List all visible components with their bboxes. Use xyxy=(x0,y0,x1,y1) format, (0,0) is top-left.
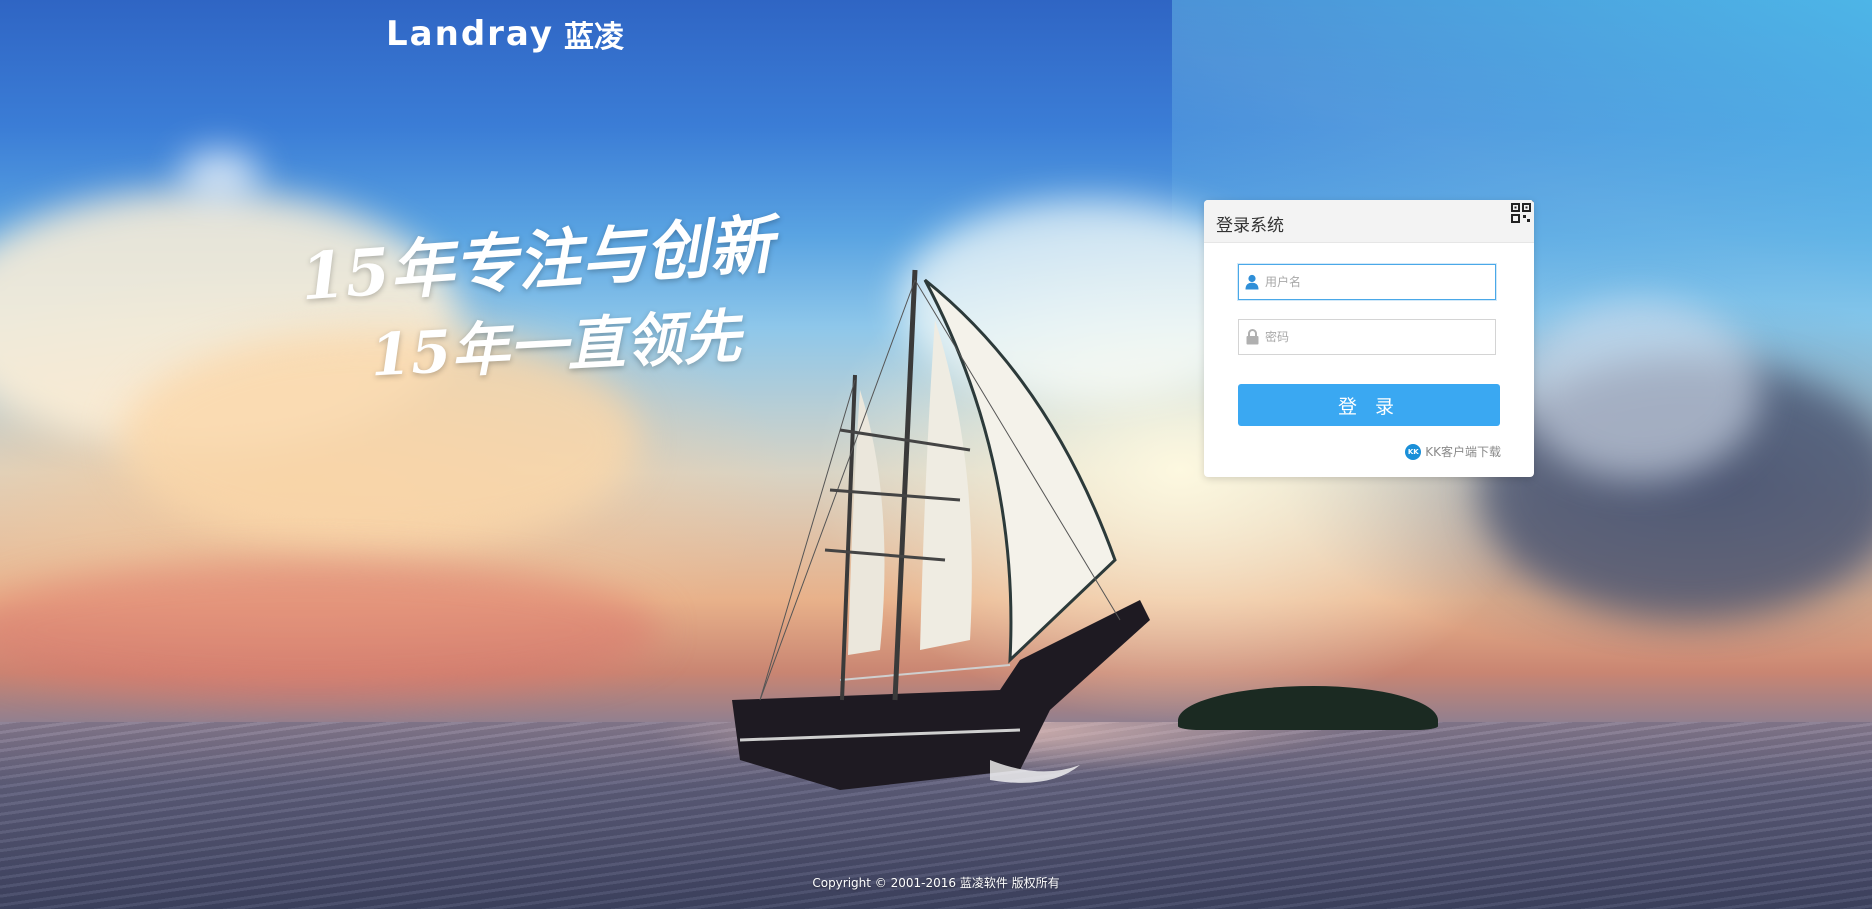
logo-chinese: 蓝凌 xyxy=(563,20,624,55)
password-input[interactable] xyxy=(1265,322,1495,352)
login-panel: 登录系统 用户名 登 录 KK KK客户端下载 xyxy=(1204,200,1534,477)
password-field[interactable] xyxy=(1238,319,1496,355)
kk-download-label: KK客户端下载 xyxy=(1425,445,1501,459)
user-icon xyxy=(1239,265,1265,299)
slogan: 15年专注与创新 15年一直领先 xyxy=(298,208,775,390)
logo-wordmark: Landray xyxy=(386,14,554,54)
copyright-footer: Copyright © 2001-2016 蓝凌软件 版权所有 xyxy=(812,876,1060,890)
lock-icon xyxy=(1239,320,1265,354)
cloud xyxy=(180,150,260,200)
kk-client-icon: KK xyxy=(1405,443,1422,460)
kk-download-link[interactable]: KK KK客户端下载 xyxy=(1405,443,1501,460)
brand-logo: Landray 蓝凌 xyxy=(386,12,624,56)
username-field[interactable] xyxy=(1238,264,1496,300)
login-header: 登录系统 xyxy=(1204,200,1534,243)
login-title: 登录系统 xyxy=(1216,216,1284,236)
qr-code-glyph xyxy=(1511,203,1531,223)
qr-code-icon[interactable] xyxy=(1492,200,1534,242)
sailing-ship-image xyxy=(732,269,1150,790)
cloud xyxy=(1520,300,1760,480)
username-input[interactable] xyxy=(1265,267,1495,297)
login-button[interactable]: 登 录 xyxy=(1238,384,1500,426)
background-scene xyxy=(0,0,1872,909)
